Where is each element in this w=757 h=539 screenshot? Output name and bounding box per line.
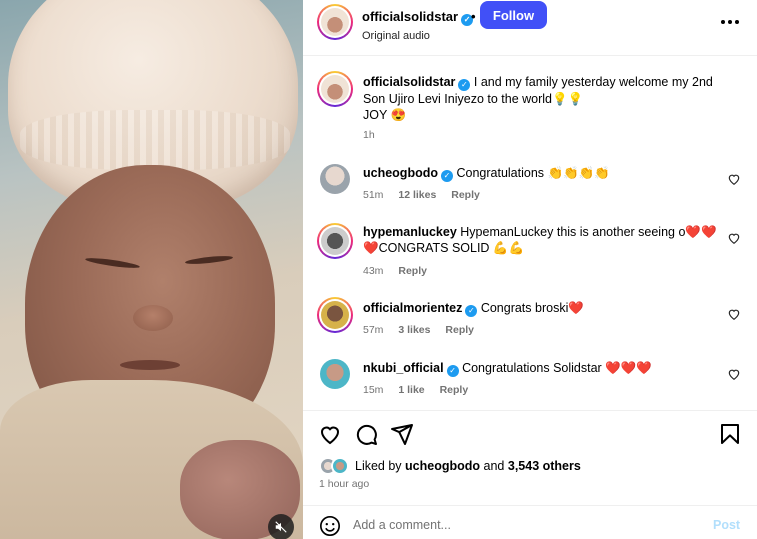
author-avatar[interactable] xyxy=(317,4,353,40)
verified-badge-icon: ✓ xyxy=(465,305,478,317)
audio-label[interactable]: Original audio xyxy=(362,30,430,42)
comment-text-line2: ❤️CONGRATS SOLID 💪💪 xyxy=(363,241,525,255)
emoji-icon[interactable] xyxy=(319,515,341,537)
post-button[interactable]: Post xyxy=(713,518,740,532)
comment-text: Congratulations 👏👏👏👏 xyxy=(456,166,610,180)
commenter-avatar[interactable] xyxy=(317,223,353,259)
commenter-username[interactable]: ucheogbodo xyxy=(363,166,438,180)
verified-badge-icon: ✓ xyxy=(458,79,471,91)
comment-time: 43m xyxy=(363,265,384,277)
comment-text: Congratulations Solidstar ❤️❤️❤️ xyxy=(462,361,652,375)
caption-username[interactable]: officialsolidstar xyxy=(363,75,455,89)
comment-composer: Post xyxy=(303,505,757,539)
caption-time: 1h xyxy=(363,129,375,141)
comment-time: 15m xyxy=(363,384,384,396)
heart-icon[interactable] xyxy=(727,172,741,186)
post-media-image[interactable] xyxy=(0,0,303,539)
commenter-username[interactable]: hypemanluckey xyxy=(363,225,457,239)
commenter-username[interactable]: nkubi_official xyxy=(363,361,444,375)
comment-text: Congrats broski❤️ xyxy=(480,301,584,315)
caption-avatar[interactable] xyxy=(317,71,353,107)
comment-icon[interactable] xyxy=(354,422,378,446)
commenter-avatar[interactable] xyxy=(317,297,353,333)
verified-badge-icon: ✓ xyxy=(441,170,453,182)
commenter-avatar[interactable] xyxy=(320,164,350,194)
heart-icon[interactable] xyxy=(727,367,741,381)
comment-likes[interactable]: 3 likes xyxy=(398,324,430,336)
comment-text: HypemanLuckey this is another seeing o❤️… xyxy=(460,225,717,239)
comment-input[interactable] xyxy=(353,514,693,536)
separator-dot: • xyxy=(471,9,476,24)
post-header: officialsolidstar ✓ • Follow Original aud… xyxy=(303,0,757,56)
comment-time: 51m xyxy=(363,189,384,201)
liker-username[interactable]: ucheogbodo xyxy=(405,459,480,473)
likes-summary: Liked by ucheogbodo and 3,543 others xyxy=(319,457,581,475)
muted-speaker-icon xyxy=(275,521,287,533)
post-time: 1 hour ago xyxy=(319,478,370,490)
comment-likes[interactable]: 1 like xyxy=(398,384,424,396)
caption-text-line2: JOY 😍 xyxy=(363,108,407,122)
action-bar xyxy=(303,410,757,446)
reply-button[interactable]: Reply xyxy=(440,384,469,396)
follow-button[interactable]: Follow xyxy=(480,1,547,29)
commenter-username[interactable]: officialmorientez xyxy=(363,301,462,315)
post-details-panel: officialsolidstar ✓ • Follow Original aud… xyxy=(303,0,757,539)
heart-icon[interactable] xyxy=(727,231,741,245)
likes-count[interactable]: 3,543 others xyxy=(508,459,581,473)
mute-button[interactable] xyxy=(268,514,294,539)
reply-button[interactable]: Reply xyxy=(398,265,427,277)
heart-icon[interactable] xyxy=(318,422,342,446)
reply-button[interactable]: Reply xyxy=(451,189,480,201)
comment-time: 57m xyxy=(363,324,384,336)
comment-likes[interactable]: 12 likes xyxy=(398,189,436,201)
bookmark-icon[interactable] xyxy=(718,422,742,446)
commenter-avatar[interactable] xyxy=(320,359,350,389)
author-username[interactable]: officialsolidstar ✓ xyxy=(362,9,474,26)
share-icon[interactable] xyxy=(390,422,414,446)
heart-icon[interactable] xyxy=(727,307,741,321)
liker-avatar xyxy=(331,457,349,475)
verified-badge-icon: ✓ xyxy=(446,365,459,377)
reply-button[interactable]: Reply xyxy=(445,324,474,336)
more-options-icon[interactable] xyxy=(715,12,745,32)
